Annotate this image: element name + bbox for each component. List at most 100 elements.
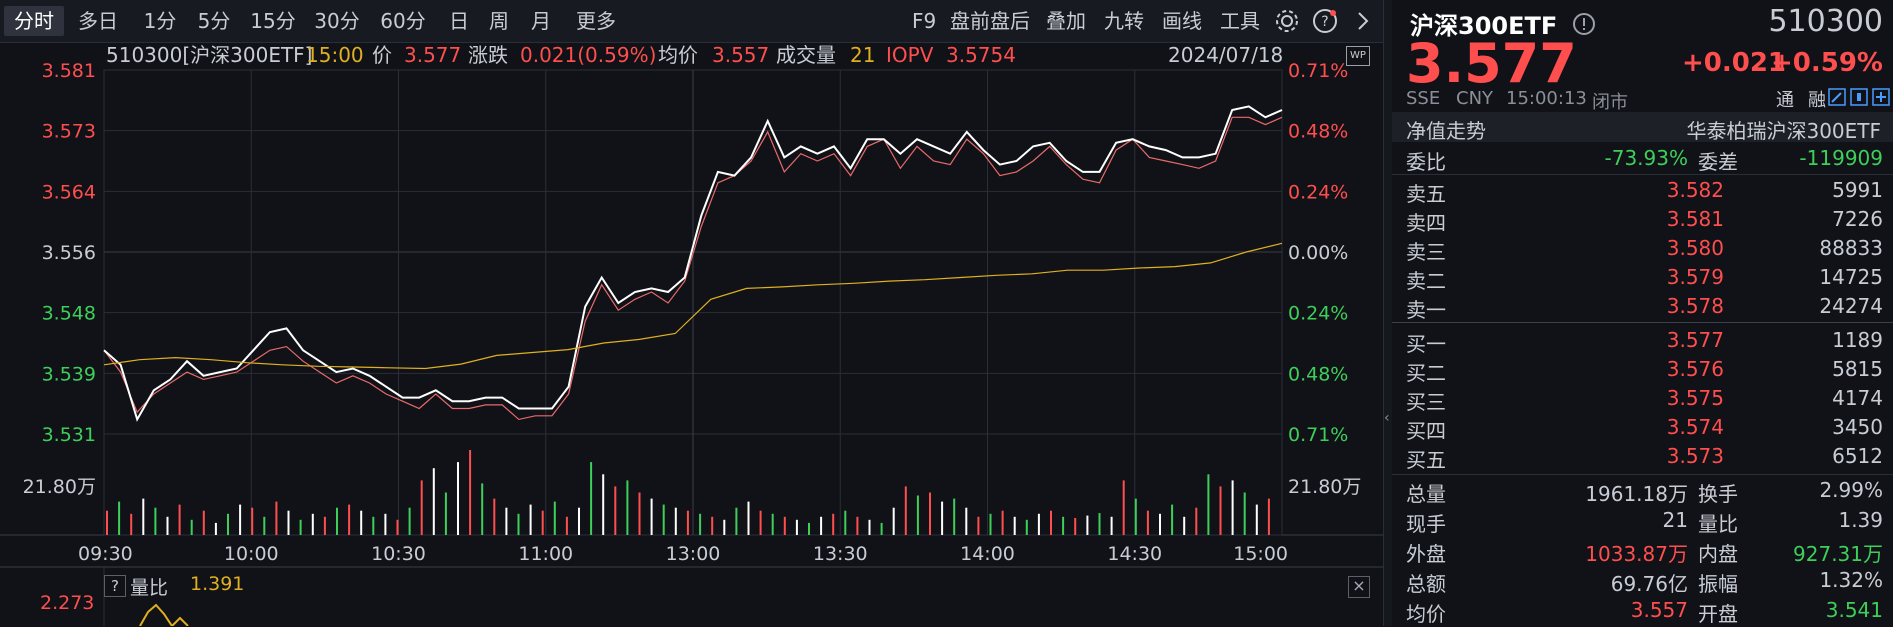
close-icon[interactable]: × (1348, 576, 1370, 598)
volume-bar (541, 510, 544, 535)
volume-bar (590, 462, 593, 535)
bid-label: 买三 (1406, 390, 1446, 414)
volume-bar (1243, 492, 1246, 535)
panel-collapse-handle[interactable]: ‹ (1383, 0, 1392, 626)
volume-bar (432, 468, 435, 535)
ask-row[interactable]: 卖二 3.579 14725 (1392, 265, 1893, 294)
volume-bar (227, 513, 229, 536)
x-tick: 13:00 (666, 543, 721, 565)
volume-bar (130, 513, 133, 536)
last-price: 3.577 (1406, 32, 1577, 95)
volume-bar (868, 519, 871, 535)
bid-volume: 4174 (1832, 386, 1883, 410)
bid-row[interactable]: 买一 3.577 1189 (1392, 328, 1893, 357)
edit-icon[interactable] (1828, 88, 1846, 106)
y-tick-right: 0.48% (1288, 121, 1348, 143)
ask-row[interactable]: 卖四 3.581 7226 (1392, 207, 1893, 236)
volume-bar (699, 513, 702, 536)
stat-label: 量比 (1698, 512, 1738, 536)
stat-value: 3.557 (1630, 598, 1688, 622)
ask-price: 3.578 (1666, 294, 1724, 318)
bid-price: 3.575 (1666, 386, 1724, 410)
bid-label: 买二 (1406, 361, 1446, 385)
y-tick-right: 0.71% (1288, 60, 1348, 82)
volume-bar (626, 480, 629, 535)
stat-label: 总额 (1406, 572, 1446, 596)
volume-bar (614, 486, 617, 535)
volume-bar (1195, 507, 1198, 535)
bid-row[interactable]: 买二 3.576 5815 (1392, 357, 1893, 386)
bid-label: 买四 (1406, 419, 1446, 443)
ask-row[interactable]: 卖一 3.578 24274 (1392, 294, 1893, 323)
volume-bar (251, 507, 254, 535)
stat-value: 1033.87万 (1585, 542, 1688, 566)
stat-value: 2.99% (1819, 478, 1883, 502)
ask-price: 3.582 (1666, 178, 1724, 202)
ask-row[interactable]: 卖五 3.582 5991 (1392, 178, 1893, 207)
volume-bar (348, 504, 351, 535)
ask-volume: 24274 (1819, 294, 1883, 318)
volume-bar (444, 492, 447, 535)
x-tick: 10:00 (224, 543, 279, 565)
volume-bar (239, 504, 242, 535)
y-tick-left: 3.573 (42, 121, 96, 143)
stat-value: 1.32% (1819, 568, 1883, 592)
volume-bar (662, 504, 665, 535)
bid-price: 3.574 (1666, 415, 1724, 439)
volume-bar (214, 522, 217, 535)
bid-row[interactable]: 买五 3.573 6512 (1392, 444, 1893, 473)
x-tick: 15:00 (1233, 543, 1288, 565)
volume-bar (106, 510, 108, 535)
volume-bar (469, 450, 472, 535)
volume-bar (650, 498, 653, 535)
indicator-help-button[interactable]: ? (104, 575, 126, 597)
bid-label: 买一 (1406, 332, 1446, 356)
bid-row[interactable]: 买四 3.574 3450 (1392, 415, 1893, 444)
volume-bar (1159, 513, 1161, 536)
volume-bar (989, 513, 992, 536)
volume-bar (808, 522, 810, 535)
volume-bar (1146, 510, 1149, 535)
volume-bar (759, 510, 762, 535)
bid-volume: 1189 (1832, 328, 1883, 352)
intraday-chart[interactable]: 3.581 0.71% 3.573 0.48% 3.564 0.24% 3.556 0.00%… (0, 0, 1383, 626)
volume-bar (1037, 513, 1040, 536)
volume-bar (771, 513, 774, 536)
price-change-pct: +0.59% (1771, 48, 1883, 78)
volume-bar (1025, 519, 1028, 535)
stat-value: 1.39 (1838, 508, 1883, 532)
ask-price: 3.581 (1666, 207, 1724, 231)
y-tick-right: 0.24% (1288, 181, 1348, 203)
volume-bar (1013, 516, 1016, 535)
volume-bar (686, 510, 689, 535)
stat-label: 现手 (1406, 512, 1446, 536)
x-tick: 11:00 (518, 543, 573, 565)
bid-volume: 3450 (1832, 415, 1883, 439)
y-tick-right: 0.48% (1288, 363, 1348, 385)
volume-bar (856, 516, 859, 535)
x-tick: 10:30 (371, 543, 426, 565)
stat-value: 1961.18万 (1585, 482, 1688, 506)
volume-bar (336, 507, 338, 535)
volume-bar (953, 498, 956, 535)
fund-name: 华泰柏瑞沪深300ETF (1686, 119, 1881, 143)
ask-volume: 5991 (1832, 178, 1883, 202)
bid-row[interactable]: 买三 3.575 4174 (1392, 386, 1893, 415)
market-status: 闭市 (1592, 92, 1628, 113)
volume-bar (372, 516, 375, 535)
volume-bar (1110, 516, 1113, 535)
volume-bar (457, 462, 459, 535)
volume-bar (1074, 518, 1077, 535)
candle-icon[interactable] (1850, 88, 1868, 106)
volume-bar (820, 516, 823, 535)
ask-row[interactable]: 卖三 3.580 88833 (1392, 236, 1893, 265)
volume-bar (275, 501, 278, 535)
volume-bar (929, 492, 931, 535)
add-icon[interactable] (1872, 88, 1890, 106)
volume-bar (638, 492, 641, 535)
nav-bar[interactable]: 净值走势 华泰柏瑞沪深300ETF (1392, 112, 1893, 143)
volume-bar (202, 510, 205, 535)
stat-label: 振幅 (1698, 572, 1738, 596)
volume-bar (916, 495, 919, 535)
volume-bar (1098, 513, 1101, 535)
